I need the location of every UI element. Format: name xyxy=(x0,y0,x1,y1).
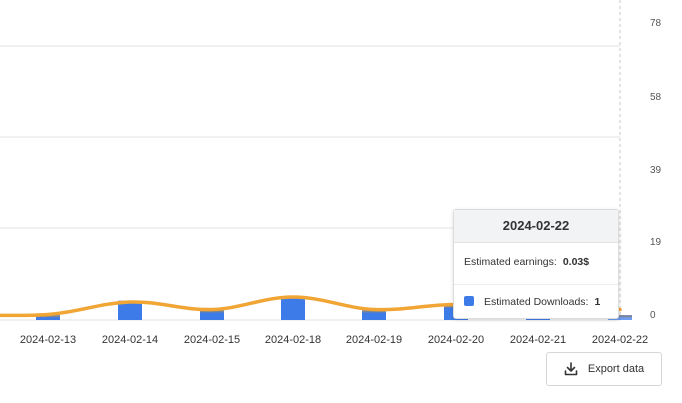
tooltip-downloads-swatch xyxy=(464,296,474,306)
export-data-label: Export data xyxy=(587,363,645,375)
x-axis-ticks: 2024-02-13 2024-02-14 2024-02-15 2024-02-18… xyxy=(20,334,648,346)
tooltip-earnings-row: Estimated earnings: 0.03$ xyxy=(464,256,589,268)
chart-tooltip: 2024-02-22 Estimated earnings: 0.03$ Esti… xyxy=(453,209,619,319)
tooltip-date: 2024-02-22 xyxy=(454,210,618,243)
y-axis-ticks: 78 58 39 19 0 xyxy=(650,18,662,321)
y-tick-label: 19 xyxy=(650,237,662,248)
download-icon xyxy=(564,362,578,376)
x-tick-label: 2024-02-20 xyxy=(428,334,484,346)
y-tick-label: 78 xyxy=(650,18,662,29)
export-data-button[interactable]: Export data xyxy=(546,352,662,386)
chart: 78 58 39 19 0 2024-02-13 2024-02-14 2024-02-15… xyxy=(0,0,662,346)
x-tick-label: 2024-02-13 xyxy=(20,334,76,346)
tooltip-earnings-label: Estimated earnings: xyxy=(464,256,557,268)
y-tick-label: 0 xyxy=(650,310,656,321)
x-tick-label: 2024-02-21 xyxy=(510,334,566,346)
y-tick-label: 39 xyxy=(650,165,662,176)
x-tick-label: 2024-02-19 xyxy=(346,334,402,346)
y-tick-label: 58 xyxy=(650,92,662,103)
tooltip-downloads-label: Estimated Downloads: xyxy=(484,296,589,308)
x-tick-label: 2024-02-18 xyxy=(265,334,321,346)
download-bar xyxy=(281,296,305,320)
tooltip-downloads-value: 1 xyxy=(594,296,601,308)
x-tick-label: 2024-02-14 xyxy=(102,334,158,346)
tooltip-divider xyxy=(454,284,618,285)
x-tick-label: 2024-02-22 xyxy=(592,334,648,346)
x-tick-label: 2024-02-15 xyxy=(184,334,240,346)
tooltip-downloads-row: Estimated Downloads: 1 xyxy=(464,296,600,308)
tooltip-earnings-value: 0.03$ xyxy=(562,256,590,268)
